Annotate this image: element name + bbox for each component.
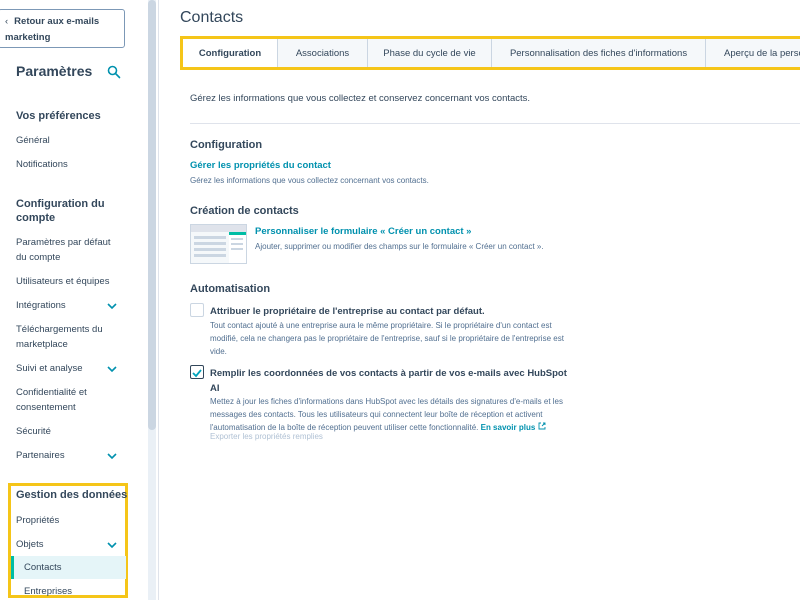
fill-contact-info-desc-wrap: Mettez à jour les fiches d'informations … xyxy=(210,395,570,434)
tab-bar: Configuration Associations Phase du cycl… xyxy=(180,36,800,70)
manage-properties-link[interactable]: Gérer les propriétés du contact xyxy=(190,160,331,171)
tab-record-customization[interactable]: Personnalisation des fiches d'informatio… xyxy=(492,39,706,67)
sidebar-item-notifications[interactable]: Notifications xyxy=(16,157,68,172)
fill-contact-info-checkbox[interactable] xyxy=(190,365,204,379)
sidebar-item-privacy[interactable]: Confidentialité et consentement xyxy=(16,385,116,415)
sidebar-item-properties[interactable]: Propriétés xyxy=(16,513,59,528)
learn-more-link[interactable]: En savoir plus xyxy=(481,423,536,432)
tab-lifecycle-stage[interactable]: Phase du cycle de vie xyxy=(368,39,492,67)
assign-owner-desc: Tout contact ajouté à une entreprise aur… xyxy=(210,321,564,356)
assign-owner-checkbox[interactable] xyxy=(190,303,204,317)
chevron-down-icon[interactable] xyxy=(106,300,118,312)
section-divider xyxy=(190,123,800,124)
external-link-icon xyxy=(538,422,545,430)
chevron-down-icon[interactable] xyxy=(106,450,118,462)
tab-associations[interactable]: Associations xyxy=(278,39,368,67)
section-account: Configuration du compte xyxy=(16,198,105,224)
form-preview-thumbnail xyxy=(190,224,247,264)
section-data-management: Gestion des données xyxy=(16,489,128,501)
settings-sidebar: ‹ Retour aux e-mails marketing Paramètres… xyxy=(0,0,146,600)
customize-create-form-link[interactable]: Personnaliser le formulaire « Créer un c… xyxy=(255,226,471,237)
fill-contact-info-label: Remplir les coordonnées de vos contacts … xyxy=(210,368,567,394)
back-to-marketing-emails-button[interactable]: ‹ Retour aux e-mails marketing xyxy=(0,9,125,48)
chevron-down-icon[interactable] xyxy=(106,363,118,375)
tab-configuration[interactable]: Configuration xyxy=(183,39,278,67)
sidebar-item-defaults[interactable]: Paramètres par défaut du compte xyxy=(16,235,121,265)
sidebar-item-contacts[interactable]: Contacts xyxy=(24,560,62,575)
sidebar-item-general[interactable]: Général xyxy=(16,133,50,148)
settings-title: Paramètres xyxy=(16,63,93,79)
sidebar-item-objects[interactable]: Objets xyxy=(16,537,43,552)
checkmark-icon xyxy=(192,369,202,378)
sidebar-item-integrations[interactable]: Intégrations xyxy=(16,298,66,313)
export-filled-properties-link[interactable]: Exporter les propriétés remplies xyxy=(210,432,323,441)
manage-properties-desc: Gérez les informations que vous collecte… xyxy=(190,176,429,185)
back-button-label: Retour aux e-mails marketing xyxy=(5,16,100,43)
page-title: Contacts xyxy=(180,9,244,26)
sidebar-item-security[interactable]: Sécurité xyxy=(16,424,51,439)
sidebar-item-tracking[interactable]: Suivi et analyse xyxy=(16,361,83,376)
sidebar-item-partners[interactable]: Partenaires xyxy=(16,448,65,463)
tab-preview[interactable]: Aperçu de la personne xyxy=(706,39,800,67)
chevron-left-icon: ‹ xyxy=(5,16,9,27)
sidebar-divider xyxy=(158,0,159,600)
sidebar-scrollbar-thumb[interactable] xyxy=(148,0,156,430)
sidebar-item-downloads[interactable]: Téléchargements du marketplace xyxy=(16,322,111,352)
sidebar-item-companies[interactable]: Entreprises xyxy=(24,584,72,599)
configuration-heading: Configuration xyxy=(190,139,263,151)
chevron-down-icon[interactable] xyxy=(106,539,118,551)
creation-heading: Création de contacts xyxy=(190,205,299,217)
intro-text: Gérez les informations que vous collecte… xyxy=(190,93,531,104)
assign-owner-label: Attribuer le propriétaire de l'entrepris… xyxy=(210,306,485,317)
search-icon[interactable] xyxy=(107,65,121,79)
customize-create-form-desc: Ajouter, supprimer ou modifier des champ… xyxy=(255,242,544,251)
automation-heading: Automatisation xyxy=(190,283,271,295)
sidebar-item-users[interactable]: Utilisateurs et équipes xyxy=(16,274,109,289)
section-preferences: Vos préférences xyxy=(16,110,101,122)
sidebar-scrollbar[interactable] xyxy=(148,0,156,600)
